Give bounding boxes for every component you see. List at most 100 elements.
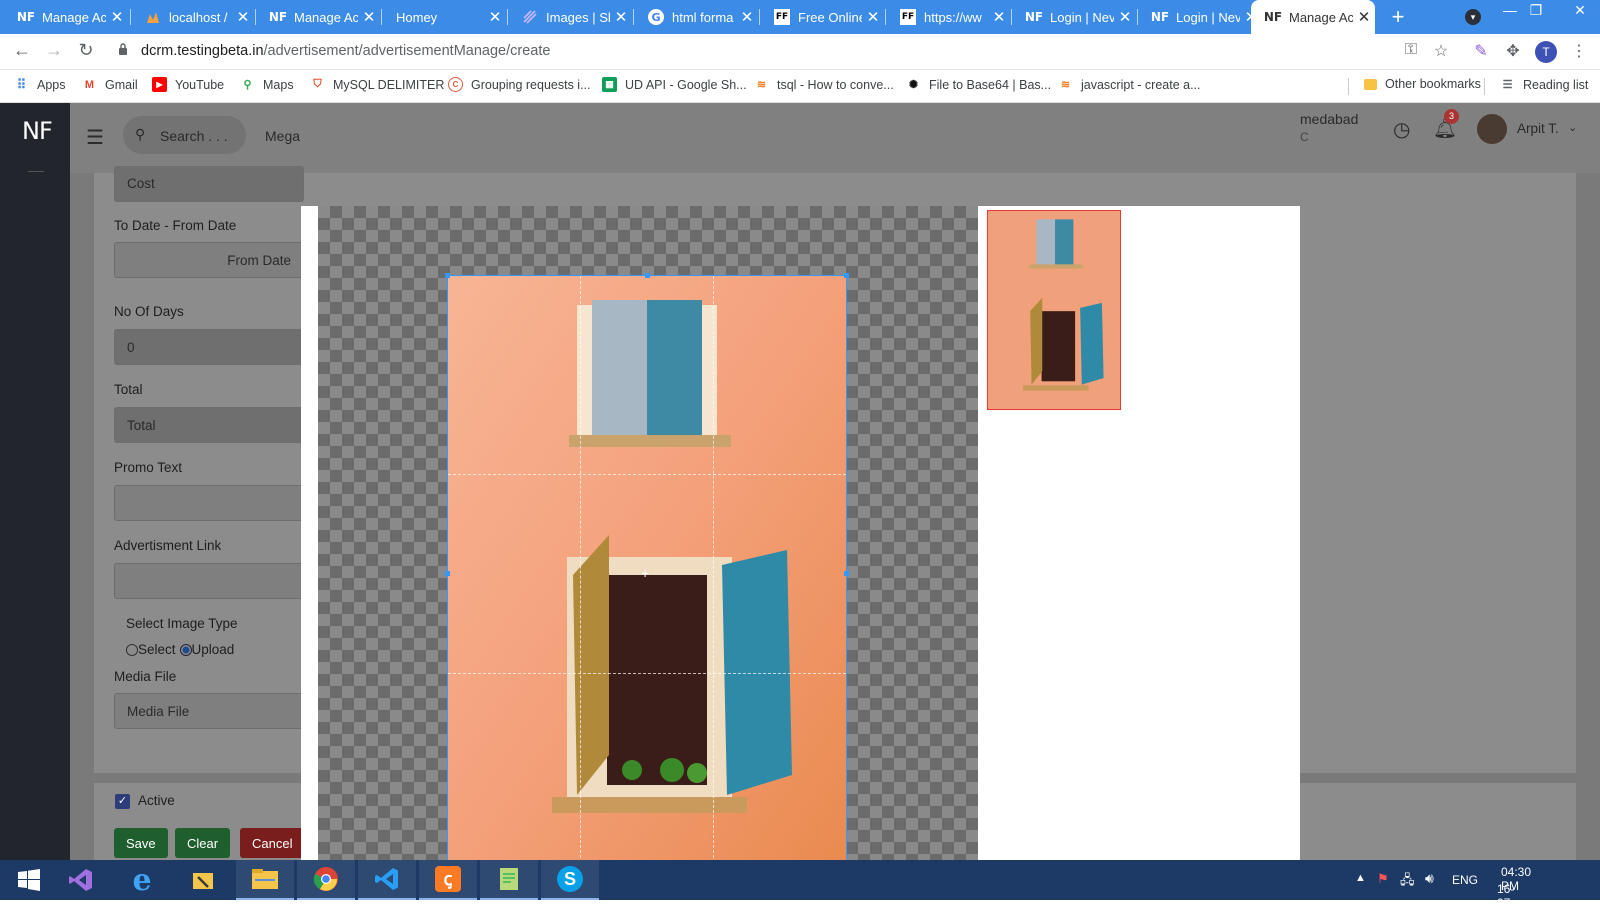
browser-tab[interactable]: FF https://ww ✕ xyxy=(886,0,1010,34)
skype-icon[interactable]: S xyxy=(541,860,599,900)
user-avatar[interactable] xyxy=(1477,114,1507,144)
tab-search-icon[interactable]: ▾ xyxy=(1465,9,1481,25)
bookmark-maps[interactable]: ⚲ Maps xyxy=(240,77,293,92)
language-indicator[interactable]: ENG xyxy=(1452,873,1478,887)
reload-icon[interactable]: ↻ xyxy=(74,40,98,61)
minimize-icon[interactable]: — xyxy=(1500,2,1520,18)
location-name[interactable]: medabad xyxy=(1300,111,1358,127)
close-tab-icon[interactable]: ✕ xyxy=(610,8,632,26)
crop-center-icon: + xyxy=(641,565,650,581)
extension-pen-icon[interactable]: ✎ xyxy=(1470,41,1492,61)
browser-tab[interactable]: G html forma ✕ xyxy=(634,0,758,34)
bookmark-sheets[interactable]: ▦ UD API - Google Sh... xyxy=(602,77,747,92)
sheets-icon: ▦ xyxy=(602,77,617,92)
file-explorer-icon[interactable] xyxy=(236,860,294,900)
cancel-button[interactable]: Cancel xyxy=(240,828,305,858)
bookmark-grouping[interactable]: C Grouping requests i... xyxy=(448,77,591,92)
radio-upload[interactable] xyxy=(179,643,192,656)
active-checkbox[interactable]: ✓ xyxy=(115,794,130,809)
radio-upload-label: Upload xyxy=(191,642,235,657)
browser-tab[interactable]: NF Manage Ac ✕ xyxy=(4,0,128,34)
browser-tab[interactable]: localhost / ✕ xyxy=(131,0,254,34)
bookmark-youtube[interactable]: ▶ YouTube xyxy=(152,77,224,92)
chrome-icon[interactable] xyxy=(297,860,355,900)
other-bookmarks[interactable]: Other bookmarks xyxy=(1364,77,1481,91)
crop-handle[interactable] xyxy=(844,571,849,576)
ff-favicon-icon: FF xyxy=(900,9,916,25)
close-tab-icon[interactable]: ✕ xyxy=(358,8,380,26)
browser-tab[interactable]: FF Free Online ✕ xyxy=(760,0,884,34)
menu-kebab-icon[interactable]: ⋮ xyxy=(1568,41,1590,61)
browser-tab[interactable]: Homey ✕ xyxy=(382,0,506,34)
media-file-input[interactable]: Media File xyxy=(114,693,304,729)
notepad-icon[interactable] xyxy=(480,860,538,900)
crop-handle[interactable] xyxy=(844,273,849,278)
total-input[interactable]: Total xyxy=(114,407,304,443)
search-box[interactable]: ⚲ Search . . . xyxy=(123,116,246,154)
file-tools-icon[interactable] xyxy=(174,860,232,900)
crop-canvas[interactable]: + xyxy=(318,206,978,860)
days-input[interactable]: 0 xyxy=(114,329,304,365)
close-tab-icon[interactable]: ✕ xyxy=(1353,8,1375,26)
sidebar-item-icon[interactable] xyxy=(28,171,44,174)
new-tab-button[interactable]: + xyxy=(1385,4,1411,30)
hamburger-menu-icon[interactable]: ☰ xyxy=(86,125,104,150)
promo-input[interactable] xyxy=(114,485,304,521)
chevron-down-icon[interactable]: ⌄ xyxy=(1568,121,1577,134)
save-button[interactable]: Save xyxy=(114,828,168,858)
bookmark-label: Apps xyxy=(37,77,66,92)
close-tab-icon[interactable]: ✕ xyxy=(862,8,884,26)
browser-tab[interactable]: NF Manage Ac ✕ xyxy=(256,0,380,34)
history-clock-icon[interactable]: ◷ xyxy=(1393,117,1410,142)
cost-input[interactable]: Cost xyxy=(114,166,304,202)
flag-alert-icon[interactable]: ⚑ xyxy=(1377,871,1389,887)
crop-handle[interactable] xyxy=(645,273,650,278)
restore-icon[interactable]: ❐ xyxy=(1526,2,1546,19)
profile-avatar[interactable]: T xyxy=(1535,41,1557,63)
internet-explorer-icon[interactable]: e xyxy=(113,860,171,900)
browser-tab[interactable]: NF Login | Nev ✕ xyxy=(1138,0,1262,34)
visual-studio-icon[interactable] xyxy=(52,860,110,900)
crop-handle[interactable] xyxy=(445,273,450,278)
close-tab-icon[interactable]: ✕ xyxy=(988,8,1010,26)
xampp-icon[interactable]: ꞔ xyxy=(419,860,477,900)
key-icon[interactable]: ⚿ xyxy=(1400,41,1422,59)
extensions-puzzle-icon[interactable]: ✥ xyxy=(1502,41,1524,61)
volume-icon[interactable]: 🔊︎ xyxy=(1425,870,1434,887)
from-date-input[interactable]: From Date xyxy=(114,242,304,278)
clock-date[interactable]: 16-07-2021 xyxy=(1497,882,1524,924)
radio-select[interactable] xyxy=(126,643,138,656)
forward-icon[interactable]: → xyxy=(42,40,66,61)
back-icon[interactable]: ← xyxy=(10,40,34,61)
reading-list[interactable]: ☰ Reading list xyxy=(1500,77,1589,92)
stackoverflow-icon: ≋ xyxy=(756,79,767,91)
bookmark-tsql[interactable]: ≋ tsql - How to conve... xyxy=(754,77,894,92)
clear-button[interactable]: Clear xyxy=(175,828,231,858)
tray-expand-icon[interactable]: ▲ xyxy=(1355,872,1366,884)
close-tab-icon[interactable]: ✕ xyxy=(106,8,128,26)
bookmark-base64[interactable]: ✺ File to Base64 | Bas... xyxy=(906,77,1051,92)
network-icon[interactable]: 🖧︎ xyxy=(1400,871,1415,893)
close-tab-icon[interactable]: ✕ xyxy=(484,8,506,26)
address-bar[interactable]: dcrm.testingbeta.in/advertisement/advert… xyxy=(141,43,550,59)
browser-tab[interactable]: Images | Sh ✕ xyxy=(508,0,632,34)
mega-menu[interactable]: Mega xyxy=(265,128,300,144)
close-tab-icon[interactable]: ✕ xyxy=(1114,8,1136,26)
browser-tab-active[interactable]: NF Manage Ac ✕ xyxy=(1251,0,1375,34)
crop-handle[interactable] xyxy=(445,571,450,576)
start-icon[interactable] xyxy=(0,860,58,900)
lock-icon[interactable] xyxy=(118,43,128,55)
bookmark-star-icon[interactable]: ☆ xyxy=(1430,41,1452,61)
bookmark-javascript[interactable]: ≋ javascript - create a... xyxy=(1058,77,1201,92)
close-tab-icon[interactable]: ✕ xyxy=(736,8,758,26)
bookmark-apps[interactable]: ⠿ Apps xyxy=(14,77,66,92)
browser-tab[interactable]: NF Login | Nev ✕ xyxy=(1012,0,1136,34)
vscode-icon[interactable] xyxy=(358,860,416,900)
close-tab-icon[interactable]: ✕ xyxy=(232,8,254,26)
user-name[interactable]: Arpit T. xyxy=(1517,121,1559,136)
bookmark-mysql[interactable]: ⛉ MySQL DELIMITER xyxy=(310,77,444,92)
bookmark-gmail[interactable]: M Gmail xyxy=(82,77,138,92)
app-logo[interactable]: NF xyxy=(22,117,53,145)
link-input[interactable] xyxy=(114,563,304,599)
close-window-icon[interactable]: ✕ xyxy=(1570,2,1590,19)
